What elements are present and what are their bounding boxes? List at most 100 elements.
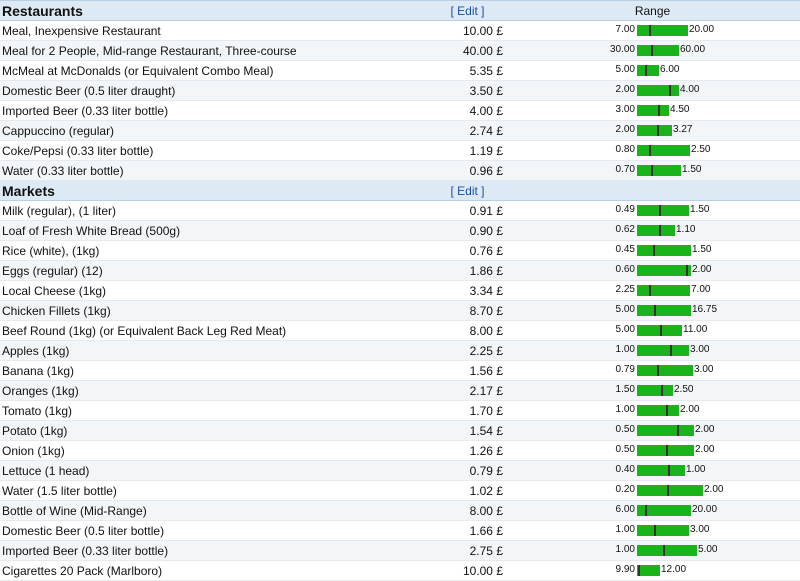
range-min: 0.79 xyxy=(615,364,635,375)
range-max: 12.00 xyxy=(661,564,687,575)
range-widget: 1.00 3.00 xyxy=(505,341,800,360)
range-widget: 5.00 6.00 xyxy=(505,61,800,80)
item-name: Cigarettes 20 Pack (Marlboro) xyxy=(0,560,430,581)
edit-bracket-close: ] xyxy=(477,183,485,198)
range-max: 2.00 xyxy=(692,264,712,275)
range-widget: 1.00 2.00 xyxy=(505,401,800,420)
edit-link[interactable]: Edit xyxy=(457,4,478,18)
range-bar xyxy=(637,465,685,476)
range-min: 1.00 xyxy=(615,524,635,535)
range-min: 0.70 xyxy=(615,164,635,175)
range-current-marker xyxy=(654,525,656,536)
range-min: 2.25 xyxy=(615,284,635,295)
range-cell: 0.40 1.00 xyxy=(505,460,800,481)
range-widget: 5.00 11.00 xyxy=(505,321,800,340)
range-min: 7.00 xyxy=(615,24,635,35)
range-current-marker xyxy=(670,345,672,356)
section-title: Markets xyxy=(0,180,430,201)
section-header-markets: Markets[ Edit ] xyxy=(0,180,800,201)
item-price: 8.00 £ xyxy=(430,500,505,521)
range-min: 0.45 xyxy=(615,244,635,255)
item-price: 4.00 £ xyxy=(430,100,505,121)
item-name: Imported Beer (0.33 liter bottle) xyxy=(0,100,430,121)
range-widget: 1.00 3.00 xyxy=(505,521,800,540)
table-row: Oranges (1kg) 2.17 £ 1.50 2.50 xyxy=(0,380,800,401)
range-cell: 9.90 12.00 xyxy=(505,560,800,581)
range-widget: 0.20 2.00 xyxy=(505,481,800,500)
range-current-marker xyxy=(686,265,688,276)
item-name: Beef Round (1kg) (or Equivalent Back Leg… xyxy=(0,320,430,341)
table-row: Cappuccino (regular) 2.74 £ 2.00 3.27 xyxy=(0,120,800,141)
range-max: 1.50 xyxy=(682,164,702,175)
range-max: 2.00 xyxy=(680,404,700,415)
table-row: Imported Beer (0.33 liter bottle) 4.00 £3… xyxy=(0,100,800,121)
item-price: 2.17 £ xyxy=(430,380,505,401)
range-current-marker xyxy=(661,385,663,396)
range-header: Range xyxy=(505,0,800,21)
range-max: 60.00 xyxy=(680,44,706,55)
range-current-marker xyxy=(657,125,659,136)
range-widget: 0.60 2.00 xyxy=(505,261,800,280)
range-bar xyxy=(637,565,660,576)
range-min: 1.00 xyxy=(615,404,635,415)
cost-of-living-page: Restaurants[ Edit ] Range Meal, Inexpensiv… xyxy=(0,0,800,581)
item-name: Banana (1kg) xyxy=(0,360,430,381)
table-row: Coke/Pepsi (0.33 liter bottle) 1.19 £0.80… xyxy=(0,140,800,161)
item-name: Cappuccino (regular) xyxy=(0,120,430,141)
item-price: 1.54 £ xyxy=(430,420,505,441)
range-max: 7.00 xyxy=(691,284,711,295)
range-max: 6.00 xyxy=(660,64,680,75)
range-min: 1.00 xyxy=(615,544,635,555)
range-max: 20.00 xyxy=(689,24,715,35)
range-min: 2.00 xyxy=(615,84,635,95)
range-cell: 7.00 20.00 xyxy=(505,20,800,41)
range-widget: 0.49 1.50 xyxy=(505,201,800,220)
table-row: Meal, Inexpensive Restaurant 10.00 £ 7.00 2… xyxy=(0,20,800,41)
range-cell: 0.20 2.00 xyxy=(505,480,800,501)
range-widget: 1.50 2.50 xyxy=(505,381,800,400)
item-price: 0.91 £ xyxy=(430,200,505,221)
range-min: 0.62 xyxy=(615,224,635,235)
item-name: Meal for 2 People, Mid-range Restaurant,… xyxy=(0,40,430,61)
range-max: 2.50 xyxy=(691,144,711,155)
range-max: 3.00 xyxy=(690,524,710,535)
item-name: Bottle of Wine (Mid-Range) xyxy=(0,500,430,521)
item-name: Chicken Fillets (1kg) xyxy=(0,300,430,321)
range-bar xyxy=(637,365,693,376)
range-cell: 30.00 60.00 xyxy=(505,40,800,61)
range-current-marker xyxy=(649,145,651,156)
range-max: 20.00 xyxy=(692,504,718,515)
item-name: Onion (1kg) xyxy=(0,440,430,461)
edit-link[interactable]: Edit xyxy=(457,184,478,198)
range-max: 11.00 xyxy=(683,324,708,335)
range-current-marker xyxy=(660,325,662,336)
range-cell: 0.60 2.00 xyxy=(505,260,800,281)
range-bar xyxy=(637,505,691,516)
range-bar xyxy=(637,285,690,296)
range-widget: 5.00 16.75 xyxy=(505,301,800,320)
range-current-marker xyxy=(651,165,653,176)
range-cell: 0.49 1.50 xyxy=(505,200,800,221)
item-name: Milk (regular), (1 liter) xyxy=(0,200,430,221)
table-row: Rice (white), (1kg) 0.76 £ 0.45 1.50 xyxy=(0,240,800,261)
range-max: 1.50 xyxy=(692,244,712,255)
range-current-marker xyxy=(669,85,671,96)
range-bar xyxy=(637,405,679,416)
range-max: 1.00 xyxy=(686,464,706,475)
range-max: 3.27 xyxy=(673,124,693,135)
range-widget: 7.00 20.00 xyxy=(505,21,800,40)
range-bar xyxy=(637,45,679,56)
table-row: Meal for 2 People, Mid-range Restaurant,… xyxy=(0,40,800,61)
range-widget: 0.50 2.00 xyxy=(505,421,800,440)
range-min: 0.40 xyxy=(615,464,635,475)
item-price: 1.02 £ xyxy=(430,480,505,501)
range-current-marker xyxy=(649,25,651,36)
range-min: 5.00 xyxy=(615,64,635,75)
table-row: Imported Beer (0.33 liter bottle) 2.75 £1… xyxy=(0,540,800,561)
price-table: Restaurants[ Edit ] Range Meal, Inexpensiv… xyxy=(0,0,800,581)
item-price: 2.74 £ xyxy=(430,120,505,141)
range-bar xyxy=(637,325,682,336)
range-widget: 0.50 2.00 xyxy=(505,441,800,460)
range-bar xyxy=(637,485,703,496)
item-price: 8.70 £ xyxy=(430,300,505,321)
